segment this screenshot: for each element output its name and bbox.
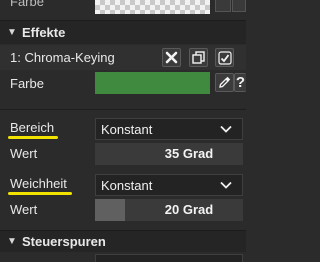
range-value-row: Wert 35 Grad — [0, 141, 246, 167]
copy-icon — [192, 51, 205, 64]
chevron-down-icon — [220, 125, 232, 133]
collapse-triangle-icon: ▼ — [7, 27, 17, 38]
eyedropper-button[interactable] — [215, 73, 234, 92]
softness-mode-value: Konstant — [101, 178, 153, 193]
tracks-section-title: Steuerspuren — [22, 234, 106, 249]
effects-section-title: Effekte — [22, 25, 66, 40]
eyedropper-button-top[interactable] — [215, 0, 231, 12]
softness-highlight-underline — [8, 192, 72, 195]
tracks-cutoff-row — [0, 252, 246, 262]
range-label: Bereich — [10, 120, 55, 135]
softness-label: Weichheit — [10, 176, 67, 191]
top-color-row: Farbe — [0, 0, 246, 16]
copy-effect-button[interactable] — [189, 48, 208, 67]
question-icon: ? — [235, 74, 246, 91]
softness-mode-row: Weichheit Konstant — [0, 172, 246, 198]
range-highlight-underline — [8, 136, 58, 139]
help-button[interactable]: ? — [234, 73, 246, 92]
softness-value-row: Wert 20 Grad — [0, 197, 246, 223]
collapse-triangle-icon: ▼ — [7, 236, 17, 247]
effect-row[interactable]: 1: Chroma-Keying — [0, 45, 246, 70]
chevron-down-icon — [220, 181, 232, 189]
effects-section-header[interactable]: ▼ Effekte — [0, 20, 246, 44]
softness-value: 20 Grad — [164, 202, 214, 217]
range-mode-dropdown[interactable]: Konstant — [95, 118, 243, 140]
divider — [0, 109, 246, 110]
top-color-label: Farbe — [10, 0, 44, 9]
softness-value-label: Wert — [10, 202, 38, 217]
checkmark-icon — [217, 50, 232, 65]
range-slider[interactable]: 35 Grad — [95, 143, 243, 165]
range-mode-row: Bereich Konstant — [0, 116, 246, 142]
tracks-cutoff-field[interactable] — [95, 254, 243, 262]
close-icon — [165, 51, 178, 64]
enable-effect-checkbox[interactable] — [215, 48, 234, 67]
effect-name: 1: Chroma-Keying — [10, 50, 115, 65]
eyedropper-icon — [219, 76, 231, 88]
tracks-section-header[interactable]: ▼ Steuerspuren — [0, 230, 246, 252]
key-color-swatch[interactable] — [95, 72, 210, 94]
softness-mode-dropdown[interactable]: Konstant — [95, 174, 243, 196]
color-label: Farbe — [10, 76, 44, 91]
range-mode-value: Konstant — [101, 122, 153, 137]
range-value-label: Wert — [10, 146, 38, 161]
help-button-top[interactable] — [232, 0, 246, 12]
transparent-swatch[interactable] — [95, 0, 210, 14]
range-value: 35 Grad — [164, 146, 214, 161]
softness-slider[interactable]: 20 Grad — [95, 199, 243, 221]
color-row: Farbe ? — [0, 70, 246, 97]
remove-effect-button[interactable] — [162, 48, 181, 67]
